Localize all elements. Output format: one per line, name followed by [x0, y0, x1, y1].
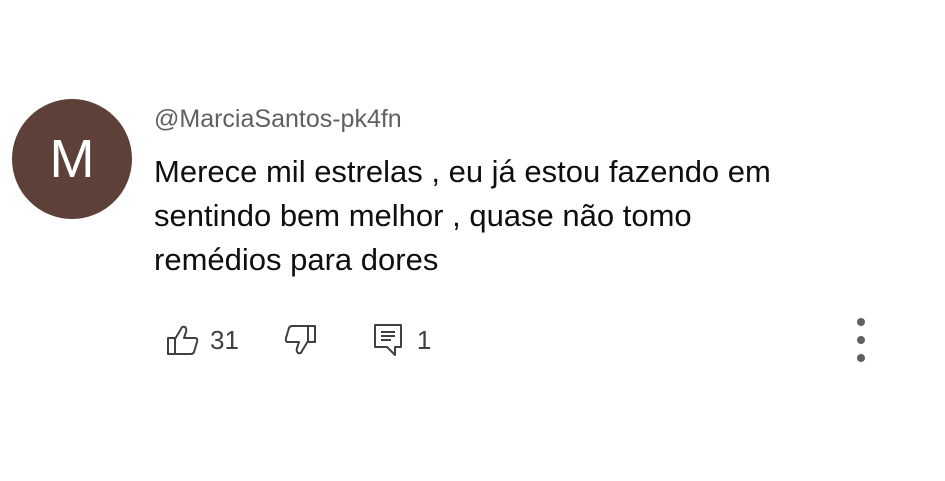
- comment-text-line: Merece mil estrelas , eu já estou fazend…: [154, 154, 771, 189]
- more-actions-button[interactable]: [848, 318, 874, 362]
- thumbs-down-icon: [283, 324, 317, 356]
- more-vert-dot: [857, 354, 865, 362]
- reply-comment-icon: [373, 323, 403, 357]
- comment-actions: 31 1: [166, 320, 431, 360]
- reply-button[interactable]: 1: [373, 323, 431, 357]
- dislike-button[interactable]: [283, 324, 317, 356]
- comment-text: Merece mil estrelas , eu já estou fazend…: [154, 150, 874, 282]
- comment-thread: M @MarciaSantos-pk4fn Merece mil estrela…: [0, 0, 945, 481]
- comment-author[interactable]: @MarciaSantos-pk4fn: [154, 104, 402, 134]
- like-button[interactable]: 31: [166, 324, 239, 356]
- reply-count: 1: [416, 325, 432, 355]
- comment-text-line: remédios para dores: [154, 242, 439, 277]
- avatar[interactable]: M: [12, 99, 132, 219]
- more-vert-icon: [857, 318, 865, 326]
- comment-text-line: sentindo bem melhor , quase não tomo: [154, 198, 692, 233]
- avatar-letter: M: [49, 129, 95, 189]
- more-vert-dot: [857, 336, 865, 344]
- like-count: 31: [210, 325, 239, 355]
- thumbs-up-icon: [166, 324, 200, 356]
